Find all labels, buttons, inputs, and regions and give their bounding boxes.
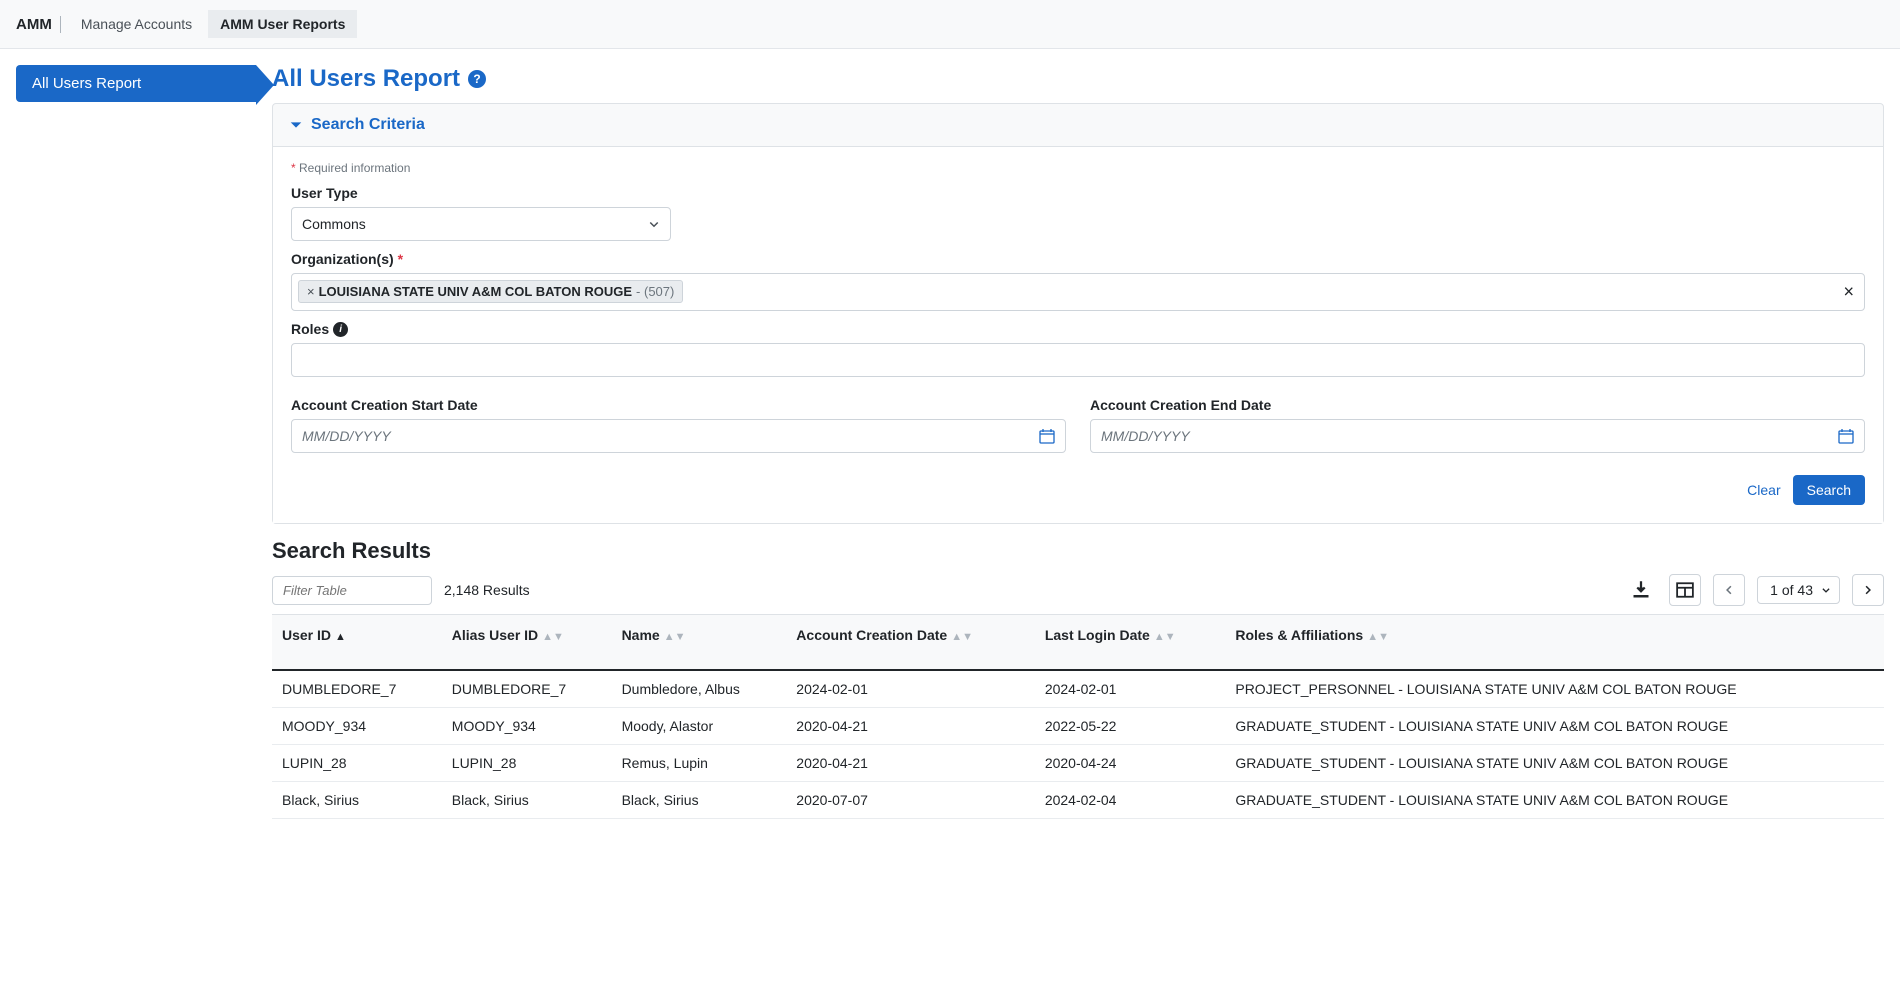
sort-icon: ▲▼ (542, 631, 564, 643)
chevron-down-icon (1821, 585, 1831, 595)
user-type-select[interactable]: Commons (291, 207, 671, 241)
search-criteria-title: Search Criteria (311, 116, 425, 134)
end-date-label: Account Creation End Date (1090, 397, 1865, 413)
sort-icon: ▲▼ (1154, 631, 1176, 643)
cell-roles: PROJECT_PERSONNEL - LOUISIANA STATE UNIV… (1225, 670, 1884, 708)
info-icon[interactable]: i (333, 322, 348, 337)
brand: AMM (16, 16, 61, 33)
clear-all-orgs-icon[interactable]: × (1843, 282, 1854, 303)
table-row: MOODY_934MOODY_934Moody, Alastor2020-04-… (272, 708, 1884, 745)
cell-created: 2020-07-07 (786, 782, 1035, 819)
start-date-label: Account Creation Start Date (291, 397, 1066, 413)
chevron-down-icon (648, 218, 660, 230)
download-icon[interactable] (1625, 574, 1657, 606)
organization-chip-count: - (507) (636, 284, 674, 299)
cell-created: 2020-04-21 (786, 708, 1035, 745)
cell-user_id: MOODY_934 (272, 708, 442, 745)
sidebar-tab-all-users-report[interactable]: All Users Report (16, 65, 256, 102)
help-icon[interactable]: ? (468, 70, 486, 88)
search-criteria-header[interactable]: Search Criteria (273, 104, 1883, 147)
start-date-input[interactable] (292, 420, 1065, 452)
sidebar-tab-label: All Users Report (32, 75, 141, 92)
search-criteria-panel: Search Criteria * Required information U… (272, 103, 1884, 524)
roles-input[interactable] (291, 343, 1865, 377)
page-select[interactable]: 1 of 43 (1757, 576, 1840, 604)
cell-alias: Black, Sirius (442, 782, 612, 819)
cell-last_login: 2022-05-22 (1035, 708, 1226, 745)
nav-amm-user-reports[interactable]: AMM User Reports (208, 10, 357, 38)
remove-chip-icon[interactable]: × (307, 284, 315, 299)
chevron-down-icon (289, 118, 303, 132)
sort-icon: ▲▼ (664, 631, 686, 643)
table-row: Black, SiriusBlack, SiriusBlack, Sirius2… (272, 782, 1884, 819)
cell-roles: GRADUATE_STUDENT - LOUISIANA STATE UNIV … (1225, 708, 1884, 745)
clear-button[interactable]: Clear (1747, 482, 1780, 498)
cell-alias: LUPIN_28 (442, 745, 612, 782)
cell-user_id: LUPIN_28 (272, 745, 442, 782)
filter-table-input[interactable] (272, 576, 432, 605)
organization-chip-name: LOUISIANA STATE UNIV A&M COL BATON ROUGE (319, 284, 632, 299)
cell-roles: GRADUATE_STUDENT - LOUISIANA STATE UNIV … (1225, 745, 1884, 782)
cell-alias: DUMBLEDORE_7 (442, 670, 612, 708)
user-type-value: Commons (302, 216, 366, 232)
sidebar: All Users Report (16, 65, 256, 819)
search-button[interactable]: Search (1793, 475, 1865, 505)
sort-icon: ▲▼ (1367, 631, 1389, 643)
page-title: All Users Report ? (272, 65, 1884, 93)
cell-name: Black, Sirius (612, 782, 787, 819)
next-page-button[interactable] (1852, 574, 1884, 606)
page-title-text: All Users Report (272, 65, 460, 93)
cell-roles: GRADUATE_STUDENT - LOUISIANA STATE UNIV … (1225, 782, 1884, 819)
table-row: DUMBLEDORE_7DUMBLEDORE_7Dumbledore, Albu… (272, 670, 1884, 708)
table-row: LUPIN_28LUPIN_28Remus, Lupin2020-04-2120… (272, 745, 1884, 782)
col-alias[interactable]: Alias User ID▲▼ (442, 615, 612, 671)
col-name[interactable]: Name▲▼ (612, 615, 787, 671)
required-note: * Required information (291, 161, 1865, 175)
cell-user_id: DUMBLEDORE_7 (272, 670, 442, 708)
results-toolbar: 2,148 Results 1 of 43 (272, 574, 1884, 606)
cell-name: Remus, Lupin (612, 745, 787, 782)
cell-name: Moody, Alastor (612, 708, 787, 745)
calendar-icon[interactable] (1039, 428, 1055, 444)
nav-manage-accounts[interactable]: Manage Accounts (69, 10, 204, 38)
end-date-input[interactable] (1091, 420, 1864, 452)
sort-asc-icon: ▲ (335, 631, 346, 643)
start-date-input-wrap (291, 419, 1066, 453)
cell-last_login: 2024-02-04 (1035, 782, 1226, 819)
cell-created: 2020-04-21 (786, 745, 1035, 782)
prev-page-button[interactable] (1713, 574, 1745, 606)
roles-label: Roles i (291, 321, 1865, 337)
results-table: User ID▲ Alias User ID▲▼ Name▲▼ Account … (272, 614, 1884, 819)
page-text: 1 of 43 (1770, 582, 1813, 598)
results-title: Search Results (272, 538, 1884, 564)
col-created[interactable]: Account Creation Date▲▼ (786, 615, 1035, 671)
cell-user_id: Black, Sirius (272, 782, 442, 819)
results-count: 2,148 Results (444, 582, 530, 598)
col-user-id[interactable]: User ID▲ (272, 615, 442, 671)
cell-created: 2024-02-01 (786, 670, 1035, 708)
organization-input[interactable]: × LOUISIANA STATE UNIV A&M COL BATON ROU… (291, 273, 1865, 311)
cell-alias: MOODY_934 (442, 708, 612, 745)
sort-icon: ▲▼ (951, 631, 973, 643)
organization-chip: × LOUISIANA STATE UNIV A&M COL BATON ROU… (298, 280, 683, 303)
user-type-label: User Type (291, 185, 1865, 201)
cell-last_login: 2020-04-24 (1035, 745, 1226, 782)
organization-label: Organization(s) * (291, 251, 1865, 267)
end-date-input-wrap (1090, 419, 1865, 453)
col-roles[interactable]: Roles & Affiliations▲▼ (1225, 615, 1884, 671)
col-last-login[interactable]: Last Login Date▲▼ (1035, 615, 1226, 671)
top-nav: AMM Manage Accounts AMM User Reports (0, 0, 1900, 49)
cell-last_login: 2024-02-01 (1035, 670, 1226, 708)
cell-name: Dumbledore, Albus (612, 670, 787, 708)
calendar-icon[interactable] (1838, 428, 1854, 444)
columns-icon[interactable] (1669, 574, 1701, 606)
